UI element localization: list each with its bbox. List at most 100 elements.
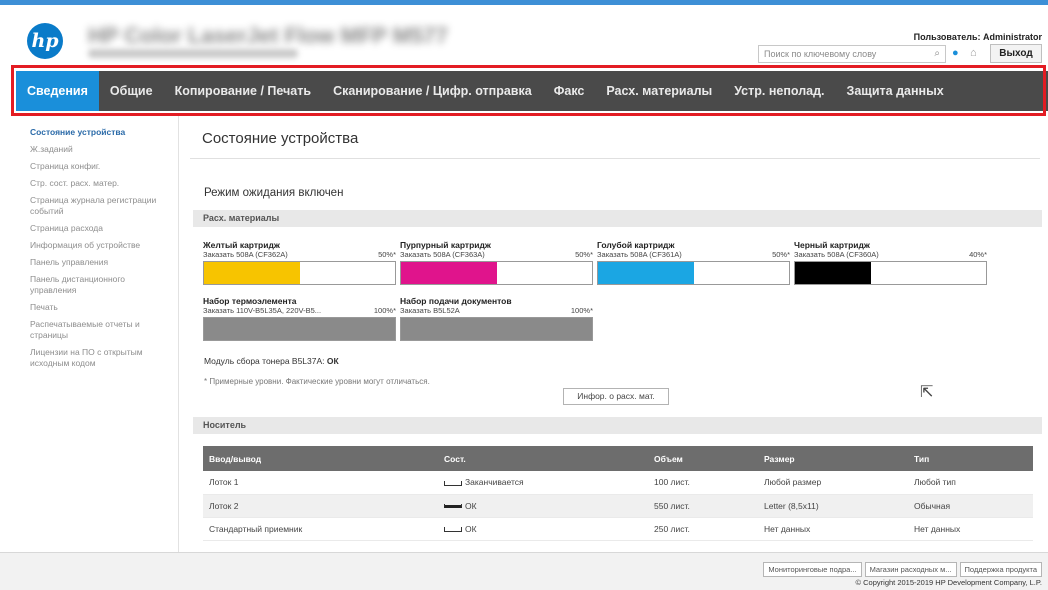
cartridge-level-fill xyxy=(598,262,694,284)
col-header-capacity: Объем xyxy=(648,446,758,471)
header: hp HP Color LaserJet Flow MFP M577 Польз… xyxy=(0,5,1048,63)
cell-io: Стандартный приемник xyxy=(203,517,438,541)
cartridge-level-bar xyxy=(794,261,987,285)
footer-buttons: Мониторинговые подра... Магазин расходных… xyxy=(760,559,1042,577)
supplies-section-header: Расх. материалы xyxy=(193,210,1042,227)
cartridge-magenta: Пурпурный картридж Заказать 508A (CF363A… xyxy=(400,240,593,285)
search-placeholder: Поиск по ключевому слову xyxy=(764,49,877,59)
logout-button[interactable]: Выход xyxy=(990,44,1042,63)
toner-collection-label: Модуль сбора тонера B5L37A: xyxy=(204,356,325,366)
footer-supplies-store-button[interactable]: Магазин расходных м... xyxy=(864,562,957,577)
sidebar: Состояние устройства Ж.заданий Страница … xyxy=(0,116,179,552)
cartridge-level-fill xyxy=(401,318,592,340)
cell-status-text: Заканчивается xyxy=(465,477,524,488)
cartridge-order-link[interactable]: Заказать 110V-B5L35A, 220V-B5... xyxy=(203,306,321,315)
ews-window: hp HP Color LaserJet Flow MFP M577 Польз… xyxy=(0,0,1048,590)
title-divider xyxy=(190,158,1040,159)
sidebar-item-config-page[interactable]: Страница конфиг. xyxy=(0,160,178,173)
sidebar-item-job-log[interactable]: Ж.заданий xyxy=(0,143,178,156)
cartridge-name: Черный картридж xyxy=(794,240,870,250)
cartridge-name: Голубой картридж xyxy=(597,240,675,250)
sidebar-item-control-panel[interactable]: Панель управления xyxy=(0,256,178,269)
cartridge-order-link[interactable]: Заказать 508A (CF360A) xyxy=(794,250,879,259)
cell-capacity: 550 лист. xyxy=(648,494,758,518)
cell-size: Нет данных xyxy=(758,517,908,541)
page-title: Состояние устройства xyxy=(202,130,359,147)
cartridge-percent: 50%* xyxy=(378,250,396,259)
help-icon[interactable]: ● xyxy=(952,47,959,59)
cartridge-order-link[interactable]: Заказать 508A (CF363A) xyxy=(400,250,485,259)
device-subtitle xyxy=(88,49,298,58)
tray-empty-icon xyxy=(444,480,462,486)
cell-type: Любой тип xyxy=(908,471,1033,495)
cell-io: Лоток 1 xyxy=(203,471,438,495)
sidebar-item-remote-control-panel[interactable]: Панель дистанционного управления xyxy=(0,273,178,297)
cartridge-order-link[interactable]: Заказать 508A (CF361A) xyxy=(597,250,682,259)
nav-highlight-frame xyxy=(11,65,1046,116)
cartridge-level-bar xyxy=(203,317,396,341)
cartridge-black: Черный картридж Заказать 508A (CF360A) 40… xyxy=(794,240,987,285)
cartridge-percent: 40%* xyxy=(969,250,987,259)
tray-empty-icon xyxy=(444,526,462,532)
sidebar-item-open-source-licenses[interactable]: Лицензии на ПО с открытым исходным кодом xyxy=(0,346,178,370)
cell-status: ОК xyxy=(438,517,648,541)
sidebar-item-printable-reports[interactable]: Распечатываемые отчеты и страницы xyxy=(0,318,178,342)
cell-status-text: ОК xyxy=(465,500,477,511)
cartridge-level-fill xyxy=(795,262,872,284)
table-row: Стандартный приемник ОК 250 лист. Нет да… xyxy=(203,517,1033,541)
table-row: Лоток 1 Заканчивается 100 лист. Любой ра… xyxy=(203,471,1033,495)
cell-type: Обычная xyxy=(908,494,1033,518)
sidebar-item-event-log[interactable]: Страница журнала регистрации событий xyxy=(0,194,178,218)
device-status-text: Режим ожидания включен xyxy=(204,187,344,199)
cell-size: Любой размер xyxy=(758,471,908,495)
cell-size: Letter (8,5x11) xyxy=(758,494,908,518)
cell-status-text: ОК xyxy=(465,523,477,534)
document-feeder-kit: Набор подачи документов Заказать B5L52A 1… xyxy=(400,296,593,341)
cartridge-name: Желтый картридж xyxy=(203,240,280,250)
toner-collection-value: ОК xyxy=(326,356,339,366)
footer-monitoring-button[interactable]: Мониторинговые подра... xyxy=(763,562,862,577)
footer-product-support-button[interactable]: Поддержка продукта xyxy=(959,562,1042,577)
cartridge-percent: 100%* xyxy=(373,306,396,315)
col-header-type: Тип xyxy=(908,446,1033,471)
sidebar-item-print[interactable]: Печать xyxy=(0,301,178,314)
tray-ok-icon xyxy=(444,504,462,509)
cell-status: Заканчивается xyxy=(438,471,648,495)
cartridge-order-link[interactable]: Заказать B5L52A xyxy=(400,306,460,315)
device-name: HP Color LaserJet Flow MFP M577 xyxy=(88,23,448,48)
fuser-kit: Набор термоэлемента Заказать 110V-B5L35A… xyxy=(203,296,396,341)
home-icon[interactable]: ⌂ xyxy=(970,47,977,59)
cartridge-level-bar xyxy=(597,261,790,285)
cartridge-level-fill xyxy=(204,318,395,340)
cell-capacity: 250 лист. xyxy=(648,517,758,541)
supplies-info-button[interactable]: Инфор. о расх. мат. xyxy=(563,388,669,405)
toner-collection-status: Модуль сбора тонера B5L37A: ОК xyxy=(204,356,339,366)
cartridge-level-bar xyxy=(203,261,396,285)
copyright: © Copyright 2015-2019 HP Development Com… xyxy=(855,578,1042,587)
hp-logo[interactable]: hp xyxy=(27,23,63,59)
mouse-cursor-icon: ⇱ xyxy=(920,384,934,401)
footer: Мониторинговые подра... Магазин расходных… xyxy=(0,552,1048,590)
col-header-status: Сост. xyxy=(438,446,648,471)
cartridge-order-link[interactable]: Заказать 508A (CF362A) xyxy=(203,250,288,259)
search-input[interactable]: Поиск по ключевому слову ⌕ xyxy=(758,45,946,63)
sidebar-item-usage-page[interactable]: Страница расхода xyxy=(0,222,178,235)
media-section-header: Носитель xyxy=(193,417,1042,434)
cell-status: ОК xyxy=(438,494,648,518)
sidebar-item-device-status[interactable]: Состояние устройства xyxy=(0,126,178,139)
cartridge-level-bar xyxy=(400,317,593,341)
cell-capacity: 100 лист. xyxy=(648,471,758,495)
media-table: Ввод/вывод Сост. Объем Размер Тип Лоток … xyxy=(203,446,1033,541)
cartridge-yellow: Желтый картридж Заказать 508A (CF362A) 50… xyxy=(203,240,396,285)
sidebar-item-supplies-status[interactable]: Стр. сост. расх. матер. xyxy=(0,177,178,190)
cartridge-percent: 100%* xyxy=(570,306,593,315)
cartridge-name: Набор термоэлемента xyxy=(203,296,297,306)
col-header-size: Размер xyxy=(758,446,908,471)
cartridge-cyan: Голубой картридж Заказать 508A (CF361A) 5… xyxy=(597,240,790,285)
col-header-io: Ввод/вывод xyxy=(203,446,438,471)
sidebar-item-device-info[interactable]: Информация об устройстве xyxy=(0,239,178,252)
cell-type: Нет данных xyxy=(908,517,1033,541)
cartridge-percent: 50%* xyxy=(575,250,593,259)
search-icon[interactable]: ⌕ xyxy=(934,48,940,59)
user-label: Пользователь: Administrator xyxy=(913,32,1042,42)
